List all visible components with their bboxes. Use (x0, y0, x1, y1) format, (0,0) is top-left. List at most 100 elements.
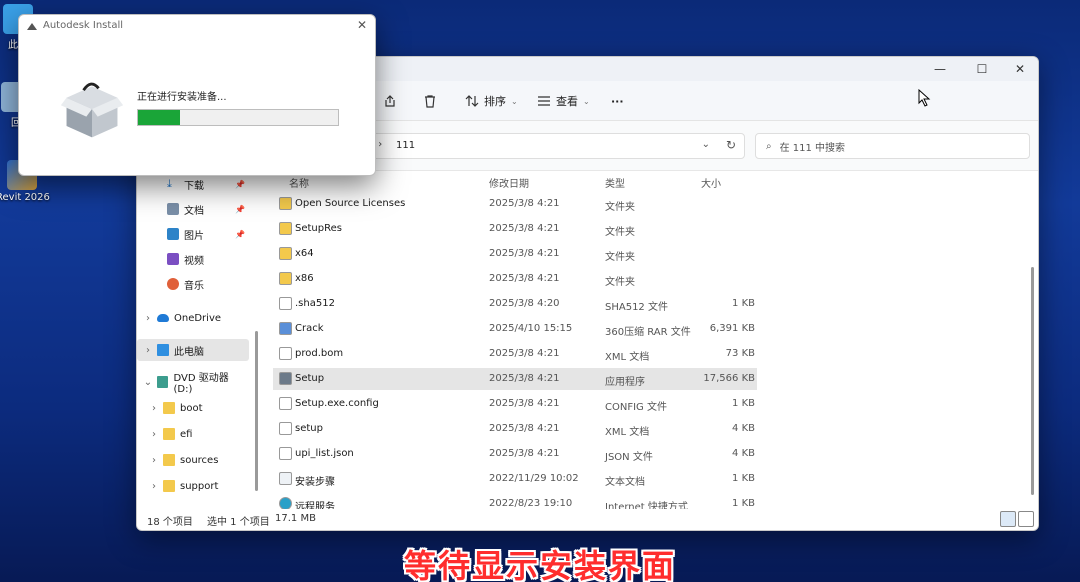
chevron-down-icon: ⌄ (143, 376, 153, 388)
sidebar-item-downloads[interactable]: ⤓ 下载 📌 (137, 173, 249, 195)
folder-icon (163, 402, 175, 414)
chevron-right-icon: › (152, 402, 156, 414)
table-row[interactable]: x64 2025/3/8 4:21 文件夹 (273, 243, 757, 265)
close-icon[interactable]: ✕ (357, 18, 367, 32)
sidebar-item-boot[interactable]: › boot (137, 397, 249, 419)
sidebar-item-label: support (180, 480, 219, 492)
file-name: x86 (295, 273, 314, 284)
table-row[interactable]: Setup 2025/3/8 4:21 应用程序 17,566 KB (273, 368, 757, 390)
sidebar-item-label: 图片 (184, 230, 204, 242)
large-icons-view-button[interactable] (1018, 511, 1034, 527)
view-button[interactable]: 查看 ⌄ (537, 91, 590, 111)
sidebar-item-documents[interactable]: 文档 📌 (137, 198, 249, 220)
address-dropdown-icon[interactable]: ⌄ (702, 139, 710, 150)
folder-icon (163, 480, 175, 492)
sidebar-item-pictures[interactable]: 图片 📌 (137, 223, 249, 245)
file-type: XML 文档 (605, 352, 650, 363)
package-box-icon (60, 82, 124, 138)
breadcrumb-current[interactable]: 111 (396, 140, 415, 151)
file-name: Crack (295, 323, 324, 334)
pin-icon: 📌 (235, 179, 245, 189)
sidebar-item-label: boot (180, 402, 203, 414)
table-row[interactable]: SetupRes 2025/3/8 4:21 文件夹 (273, 218, 757, 240)
view-lines-icon (538, 96, 550, 106)
setup-icon (279, 372, 292, 385)
table-row[interactable]: .sha512 2025/3/8 4:20 SHA512 文件 1 KB (273, 293, 757, 315)
file-size: 1 KB (732, 498, 755, 509)
chevron-right-icon: › (152, 428, 156, 440)
sidebar-item-dvd[interactable]: ⌄ DVD 驱动器 (D:) (137, 371, 249, 395)
sidebar-item-videos[interactable]: 视频 (137, 248, 249, 270)
document-icon (167, 203, 179, 215)
table-row[interactable]: 安装步骤 2022/11/29 10:02 文本文档 1 KB (273, 468, 757, 490)
monitor-icon (157, 344, 169, 356)
column-header-type[interactable]: 类型 (605, 175, 625, 190)
maximize-button[interactable]: ☐ (968, 60, 996, 78)
search-box[interactable]: ⌕ 在 111 中搜索 (755, 133, 1030, 159)
sidebar-item-label: 视频 (184, 255, 204, 267)
chevron-right-icon: › (146, 344, 150, 356)
selection-size: 17.1 MB (275, 513, 316, 524)
picture-icon (167, 228, 179, 240)
sidebar-item-music[interactable]: 音乐 (137, 273, 249, 295)
sort-icon (465, 95, 479, 107)
minimize-button[interactable]: — (926, 60, 954, 78)
file-type: 文件夹 (605, 277, 635, 288)
table-row[interactable]: upi_list.json 2025/3/8 4:21 JSON 文件 4 KB (273, 443, 757, 465)
table-row[interactable]: Crack 2025/4/10 15:15 360压缩 RAR 文件 6,391 KB (273, 318, 757, 340)
file-name: SetupRes (295, 223, 342, 234)
close-button[interactable]: ✕ (1006, 60, 1034, 78)
sidebar-item-this-pc[interactable]: › 此电脑 (137, 339, 249, 361)
file-date: 2025/3/8 4:21 (489, 448, 560, 459)
file-date: 2025/3/8 4:21 (489, 423, 560, 434)
more-icon: ··· (611, 94, 624, 108)
share-button[interactable] (383, 91, 397, 111)
sort-button[interactable]: 排序 ⌄ (465, 91, 518, 111)
table-row[interactable]: Setup.exe.config 2025/3/8 4:21 CONFIG 文件 1 … (273, 393, 757, 415)
file-name: setup (295, 423, 323, 434)
file-name: 安装步骤 (295, 477, 335, 488)
file-name: .sha512 (295, 298, 335, 309)
file-type: SHA512 文件 (605, 302, 668, 313)
sidebar-item-sources[interactable]: › sources (137, 449, 249, 471)
sidebar-item-efi[interactable]: › efi (137, 423, 249, 445)
column-header-size[interactable]: 大小 (701, 175, 721, 190)
dvd-drive-icon (156, 376, 169, 388)
delete-button[interactable] (423, 91, 437, 111)
file-name: Open Source Licenses (295, 198, 406, 209)
details-view-button[interactable] (1000, 511, 1016, 527)
file-size: 1 KB (732, 398, 755, 409)
progress-bar (137, 109, 339, 126)
file-size: 17,566 KB (703, 373, 755, 384)
column-header-date[interactable]: 修改日期 (489, 175, 529, 190)
item-count: 18 个项目 (147, 517, 193, 528)
sidebar-item-label: 下载 (184, 180, 204, 192)
refresh-icon[interactable]: ↻ (726, 138, 736, 152)
table-row[interactable]: setup 2025/3/8 4:21 XML 文档 4 KB (273, 418, 757, 440)
more-options-button[interactable]: ··· (611, 91, 624, 111)
table-row[interactable]: Open Source Licenses 2025/3/8 4:21 文件夹 (273, 193, 757, 215)
file-type: 文件夹 (605, 227, 635, 238)
autodesk-logo-icon (27, 23, 37, 30)
sidebar-item-label: efi (180, 428, 193, 440)
sidebar-item-onedrive[interactable]: › OneDrive (137, 307, 249, 329)
file-size: 1 KB (732, 298, 755, 309)
file-list-scrollbar[interactable] (1031, 267, 1034, 495)
table-row[interactable]: x86 2025/3/8 4:21 文件夹 (273, 268, 757, 290)
pin-icon: 📌 (235, 204, 245, 214)
file-date: 2025/3/8 4:21 (489, 223, 560, 234)
sidebar-item-support[interactable]: › support (137, 475, 249, 497)
folder-icon (163, 454, 175, 466)
share-icon (385, 95, 395, 107)
file-type: 应用程序 (605, 377, 645, 388)
file-type: 文件夹 (605, 252, 635, 263)
chevron-right-icon: › (152, 480, 156, 492)
file-date: 2025/3/8 4:21 (489, 198, 560, 209)
search-icon: ⌕ (766, 140, 772, 152)
column-header-name[interactable]: 名称 (289, 175, 309, 190)
file-icon (279, 422, 292, 435)
table-row[interactable]: prod.bom 2025/3/8 4:21 XML 文档 73 KB (273, 343, 757, 365)
download-icon: ⤓ (167, 177, 172, 190)
cloud-icon (157, 314, 169, 322)
sidebar-scrollbar[interactable] (255, 331, 258, 491)
